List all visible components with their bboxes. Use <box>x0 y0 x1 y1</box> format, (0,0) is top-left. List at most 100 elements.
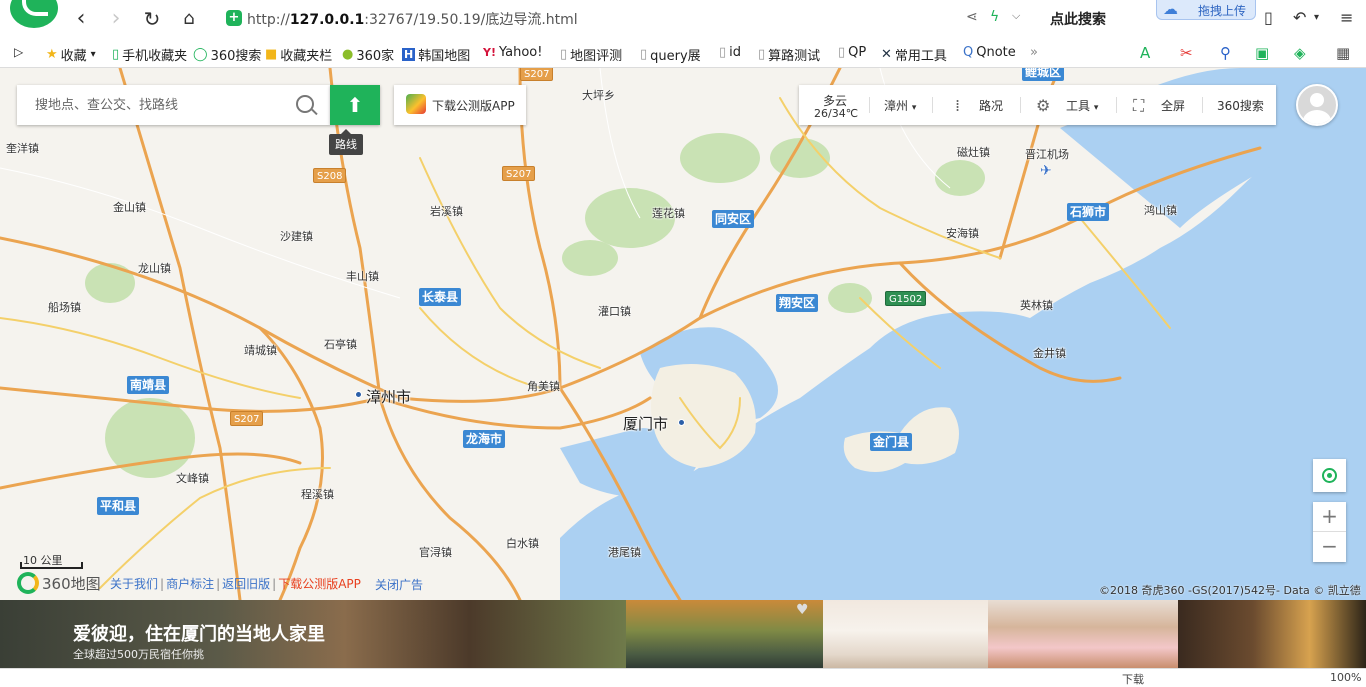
lightning-icon[interactable]: ϟ <box>990 9 999 25</box>
magnifier-icon[interactable]: ⚲ <box>1220 44 1231 62</box>
place-label: 丰山镇 <box>346 270 379 283</box>
page-icon: ▯ <box>640 47 648 62</box>
page-icon: ▯ <box>719 45 727 60</box>
weather-temperature: 26/34℃ <box>814 107 859 120</box>
district-label: 翔安区 <box>776 294 819 312</box>
bookmark-qnote[interactable]: Q Qnote <box>963 45 1016 60</box>
about-link[interactable]: 关于我们 <box>110 577 158 591</box>
district-label: 金门县 <box>870 433 913 451</box>
ad-subline: 全球超过500万民宿任你挑 <box>73 648 204 661</box>
district-label: 同安区 <box>712 210 755 228</box>
menu-icon[interactable]: ≡ <box>1340 8 1353 27</box>
chevron-down-icon[interactable]: ⌵ <box>1012 9 1020 23</box>
status-bar: 下载 100% <box>0 668 1366 687</box>
bookmark-folder[interactable]: ■ 收藏夹栏 <box>265 45 332 64</box>
heart-icon[interactable]: ♥ <box>796 602 809 618</box>
phone-icon: ▯ <box>112 47 120 62</box>
translate-icon[interactable]: A <box>1140 44 1150 62</box>
bookmark-map-eval[interactable]: ▯ 地图评测 <box>560 45 622 64</box>
bookmark-yahoo[interactable]: Y! Yahoo! <box>483 45 542 60</box>
bookmark-query[interactable]: ▯ query展 <box>640 45 701 64</box>
h-icon: H <box>402 48 416 61</box>
divider <box>1116 97 1117 113</box>
place-label: 石亭镇 <box>324 338 357 351</box>
bookmark-360search[interactable]: ◯ 360搜索 <box>193 45 261 64</box>
360-search-icon: ◯ <box>193 47 208 62</box>
bookmark-route-test[interactable]: ▯ 算路测试 <box>758 45 820 64</box>
traffic-button[interactable]: 路况 <box>979 97 1003 114</box>
place-label: 奎洋镇 <box>6 142 39 155</box>
360-map-logo[interactable]: 360地图 <box>17 572 101 594</box>
highway-shield: S207 <box>230 411 264 426</box>
place-label: 靖城镇 <box>244 344 277 357</box>
upload-label: 拖拽上传 <box>1198 4 1247 18</box>
zoom-in-button[interactable]: + <box>1313 502 1346 532</box>
bookmark-korea-map[interactable]: H 韩国地图 <box>402 45 470 64</box>
place-label: 英林镇 <box>1020 299 1053 312</box>
copyright-text: ©2018 奇虎360 -GS(2017)542号- Data © 凯立德 <box>1099 584 1361 597</box>
click-search-button[interactable]: 点此搜索 <box>1050 9 1106 29</box>
map-canvas[interactable]: 大坪乡 奎洋镇 金山镇 岩溪镇 沙建镇 莲花镇 磁灶镇 晋江机场 鸿山镇 安海镇… <box>0 68 1366 600</box>
city-dot-icon <box>355 391 362 398</box>
bookmark-favorites[interactable]: ★ 收藏 ▾ <box>46 45 96 64</box>
forward-icon[interactable]: › <box>103 6 129 32</box>
bookmark-tools[interactable]: ✕ 常用工具 <box>881 45 947 64</box>
drag-upload-button[interactable]: ☁ 拖拽上传 <box>1156 0 1256 20</box>
locate-button[interactable] <box>1313 459 1346 492</box>
district-label: 南靖县 <box>127 376 170 394</box>
old-version-link[interactable]: 返回旧版 <box>222 577 270 591</box>
place-label: 岩溪镇 <box>430 205 463 218</box>
route-button[interactable]: ⬆ <box>330 85 380 125</box>
tools-icon: ✕ <box>881 47 892 62</box>
gamepad-icon[interactable]: ▣ <box>1255 44 1269 62</box>
search360-button[interactable]: 360搜索 <box>1217 97 1264 114</box>
bookmark-id[interactable]: ▯ id <box>719 45 741 60</box>
tools-button[interactable]: 工具 ▾ <box>1066 97 1098 114</box>
scale-bar <box>20 562 83 569</box>
district-label: 长泰县 <box>419 288 462 306</box>
scissors-icon[interactable]: ✂ <box>1180 44 1193 62</box>
ad-banner[interactable]: 爱彼迎，住在厦门的当地人家里 全球超过500万民宿任你挑 ♥ <box>0 600 1366 668</box>
page-icon: ▯ <box>758 47 766 62</box>
close-ad-link[interactable]: 关闭广告 <box>375 576 423 593</box>
share-icon[interactable]: ⋖ <box>966 9 978 25</box>
yahoo-icon: Y! <box>483 46 496 59</box>
fullscreen-button[interactable]: 全屏 <box>1161 97 1185 114</box>
bookmark-360home[interactable]: ● 360家 <box>342 45 394 64</box>
chevron-down-icon[interactable]: ▾ <box>1314 12 1319 23</box>
shield-icon[interactable]: ◈ <box>1294 44 1306 62</box>
more-bookmarks-icon[interactable]: » <box>1030 45 1038 60</box>
undo-icon[interactable]: ↶ <box>1293 8 1306 27</box>
bookmark-qp[interactable]: ▯ QP <box>838 45 866 60</box>
sidebar-toggle-icon[interactable]: ▷ <box>14 45 23 59</box>
download-app-link[interactable]: 下载公测版APP <box>278 577 361 591</box>
address-bar[interactable]: + http://127.0.0.1:32767/19.50.19/底边导流.h… <box>222 6 1042 32</box>
city-label: 漳州市 <box>366 388 412 406</box>
back-icon[interactable]: ‹ <box>68 6 94 32</box>
highway-shield: S207 <box>520 68 554 81</box>
bookmark-mobile[interactable]: ▯ 手机收藏夹 <box>112 45 187 64</box>
merchant-link[interactable]: 商户标注 <box>166 577 214 591</box>
ad-headline: 爱彼迎，住在厦门的当地人家里 <box>73 624 325 645</box>
place-label: 龙山镇 <box>138 262 171 275</box>
zoom-level[interactable]: 100% <box>1330 671 1361 684</box>
gear-icon: ⚙ <box>1036 96 1051 115</box>
home-icon[interactable]: ⌂ <box>176 6 202 32</box>
360-logo-icon <box>17 572 39 594</box>
user-avatar[interactable] <box>1296 84 1338 126</box>
refresh-icon[interactable]: ↻ <box>139 6 165 32</box>
browser-logo-icon <box>10 0 58 28</box>
ad-photo-living-room <box>988 600 1178 668</box>
apps-grid-icon[interactable]: ▦ <box>1336 44 1350 62</box>
url-text[interactable]: http://127.0.0.1:32767/19.50.19/底边导流.htm… <box>247 9 578 29</box>
search-icon[interactable] <box>296 95 314 113</box>
qnote-icon: Q <box>963 45 974 60</box>
app-download-button[interactable]: 下载公测版APP <box>394 85 526 125</box>
search-input[interactable] <box>17 85 287 125</box>
download-status[interactable]: 下载 <box>1122 671 1144 687</box>
chevron-down-icon: ▾ <box>911 103 917 113</box>
place-label: 金山镇 <box>113 201 146 214</box>
phone-icon[interactable]: ▯ <box>1264 8 1273 27</box>
zoom-out-button[interactable]: − <box>1313 532 1346 562</box>
city-selector[interactable]: 漳州 ▾ <box>884 97 916 114</box>
